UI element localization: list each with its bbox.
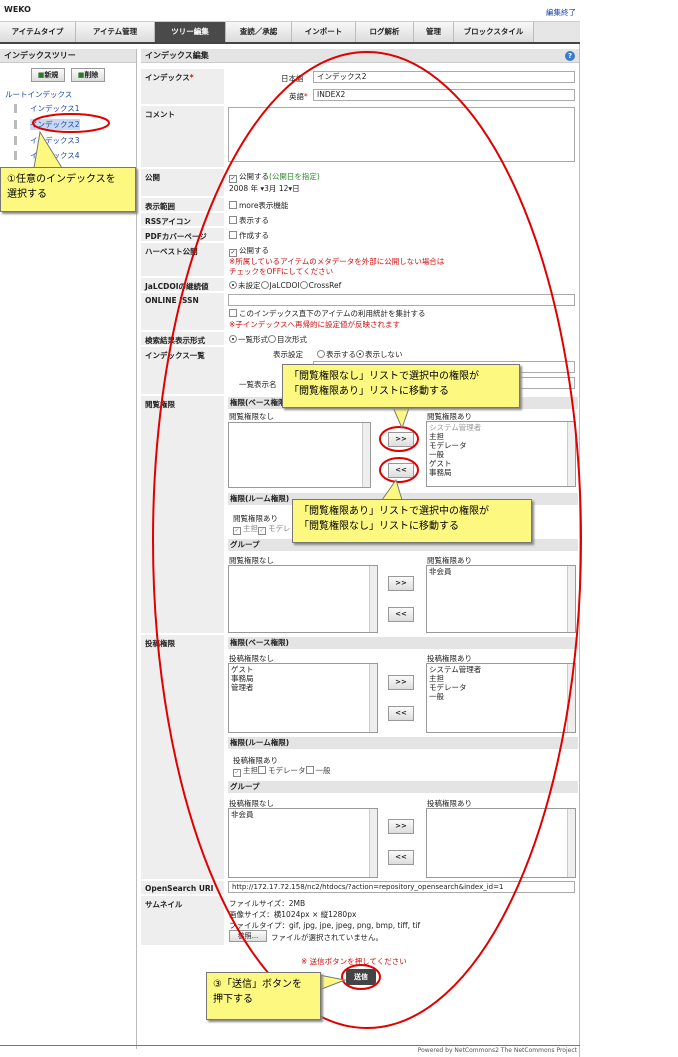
annotation-ellipse [341,964,381,990]
annotation-ellipse [379,426,419,452]
callout-move-right: 「閲覧権限なし」リストで選択中の権限が 「閲覧権限あり」リストに移動する [282,364,520,408]
callout-move-left: 「閲覧権限あり」リストで選択中の権限が 「閲覧権限なし」リストに移動する [292,499,532,543]
callout-pointer [391,404,411,430]
footer: Powered by NetCommons2 The NetCommons Pr… [0,1045,580,1057]
annotation-ellipse [32,113,110,133]
callout-select-index: ①任意のインデックスを 選択する [0,167,136,212]
annotation-ellipse [379,457,419,483]
callout-pointer [33,130,63,169]
callout-submit: ③「送信」ボタンを 押下する [206,972,321,1020]
